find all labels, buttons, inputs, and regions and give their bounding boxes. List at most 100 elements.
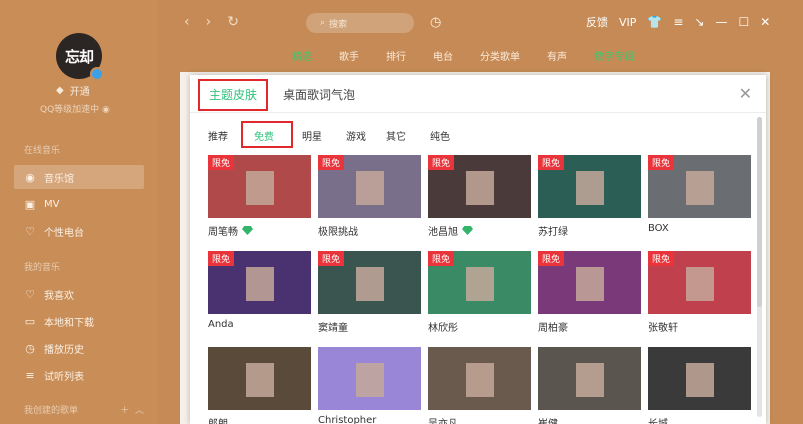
skin-card[interactable]: 限免 周笔畅 (208, 155, 311, 238)
mv-icon: ▣ (24, 197, 36, 211)
pixelated-face (356, 363, 384, 397)
skin-thumbnail[interactable]: 限免 (318, 155, 421, 218)
refresh-icon[interactable]: ↻ (227, 14, 239, 30)
skin-thumbnail[interactable]: 限免 (648, 155, 751, 218)
skin-thumbnail[interactable]: 限免 (318, 251, 421, 314)
feedback-link[interactable]: 反馈 (586, 14, 608, 30)
avatar[interactable]: 忘却 (56, 33, 104, 81)
vip-open-link[interactable]: ◆ 开通 (56, 83, 90, 98)
subtab-0[interactable]: 推荐 (208, 128, 228, 143)
radio-icon: ♡ (25, 224, 35, 238)
skin-thumbnail[interactable]: 限免 (428, 155, 531, 218)
sidebar-item-label: 我喜欢 (44, 290, 74, 302)
tab-main-6[interactable]: 数字专辑 (594, 48, 634, 63)
skin-thumbnail[interactable]: 限免 (428, 251, 531, 314)
subtab-2[interactable]: 明星 (302, 128, 322, 143)
tab-main-2[interactable]: 排行 (386, 48, 406, 63)
sidebar-item-online-2[interactable]: ♡ 个性电台 (14, 219, 144, 243)
close-window-icon[interactable]: ✕ (760, 15, 770, 29)
skin-card[interactable]: 限免 Anda (208, 251, 311, 330)
skin-card[interactable]: 限免 窦靖童 (318, 251, 421, 334)
minimize-icon[interactable]: — (715, 15, 727, 29)
subtab-5[interactable]: 纯色 (430, 128, 450, 143)
pixelated-face (246, 363, 274, 397)
skin-thumbnail[interactable]: 限免 (538, 251, 641, 314)
scrollbar-thumb[interactable] (757, 117, 762, 307)
maximize-icon[interactable]: ☐ (738, 15, 749, 29)
limited-free-badge: 限免 (318, 155, 345, 170)
skin-thumbnail[interactable]: 限免 (648, 251, 751, 314)
skin-card[interactable]: 郎朗 (208, 347, 311, 424)
skin-card[interactable]: 限免 林欣彤 (428, 251, 531, 334)
subtab-3[interactable]: 游戏 (346, 128, 366, 143)
limited-free-badge: 限免 (538, 155, 565, 170)
search-icon: ⌕ (320, 18, 326, 28)
pixelated-face (576, 267, 604, 301)
skin-card[interactable]: 限免 池昌旭 (428, 155, 531, 238)
skin-thumbnail[interactable] (538, 347, 641, 410)
sidebar: 忘却 ◆ 开通 QQ等级加速中 ◉ 在线音乐 ◉ 音乐馆 ▣ MV ♡ 个性电台 我的音乐… (0, 0, 158, 424)
skin-name: 窦靖童 (318, 323, 348, 334)
skin-card[interactable]: 限免 张敬轩 (648, 251, 751, 334)
sidebar-item-my-0[interactable]: ♡ 我喜欢 (14, 282, 144, 306)
qq-level-text[interactable]: QQ等级加速中 ◉ (40, 102, 110, 115)
tab-main-4[interactable]: 分类歌单 (480, 48, 520, 63)
vip-link[interactable]: VIP (619, 16, 636, 29)
back-arrow-icon[interactable]: ‹ (184, 14, 190, 30)
pixelated-face (576, 363, 604, 397)
green-diamond-icon (242, 226, 253, 235)
skin-thumbnail[interactable] (648, 347, 751, 410)
sidebar-item-label: 播放历史 (44, 344, 84, 356)
skin-name: 极限挑战 (318, 227, 358, 238)
limited-free-badge: 限免 (208, 155, 235, 170)
menu-icon[interactable]: ≡ (673, 15, 683, 29)
pixelated-face (686, 171, 714, 205)
tab-main-0[interactable]: 精选 (292, 48, 312, 63)
skin-thumbnail[interactable]: 限免 (208, 155, 311, 218)
mini-mode-icon[interactable]: ↘ (694, 15, 704, 29)
close-dialog-icon[interactable]: ✕ (739, 84, 752, 103)
forward-arrow-icon[interactable]: › (206, 14, 212, 30)
skin-card[interactable]: 长城 (648, 347, 751, 424)
monitor-icon: ▭ (24, 314, 36, 328)
top-bar: ‹ › ↻ ⌕ 搜索 ◷ 反馈 VIP 👕 ≡ ↘ — ☐ ✕ 精选 歌手 排行 电台… (158, 0, 803, 63)
sidebar-item-my-3[interactable]: ≡ 试听列表 (14, 363, 144, 387)
collapse-icon[interactable]: ︿ (135, 406, 144, 416)
skin-thumbnail[interactable]: 限免 (538, 155, 641, 218)
skin-card[interactable]: 限免 周柏豪 (538, 251, 641, 334)
sidebar-item-my-1[interactable]: ▭ 本地和下载 (14, 309, 144, 333)
tab-main-3[interactable]: 电台 (433, 48, 453, 63)
tab-desktop-lyrics[interactable]: 桌面歌词气泡 (283, 86, 355, 103)
skin-name: 崔健 (538, 415, 558, 424)
search-input[interactable]: ⌕ 搜索 (306, 13, 414, 33)
skin-thumbnail[interactable] (428, 347, 531, 410)
skin-card[interactable]: Christopher (318, 347, 421, 424)
vip-open-label: 开通 (69, 87, 90, 98)
music-hall-icon: ◉ (25, 170, 35, 184)
tab-main-1[interactable]: 歌手 (339, 48, 359, 63)
pixelated-face (576, 171, 604, 205)
tab-main-5[interactable]: 有声 (547, 48, 567, 63)
sidebar-item-my-2[interactable]: ◷ 播放历史 (14, 336, 144, 360)
add-playlist-icon[interactable]: ＋ (120, 406, 129, 416)
subtab-4[interactable]: 其它 (386, 128, 406, 143)
skin-thumbnail[interactable] (318, 347, 421, 410)
skin-card[interactable]: 限免 BOX (648, 155, 751, 234)
listen-recognize-icon[interactable]: ◷ (430, 15, 441, 30)
skin-name: 吴亦凡 (428, 415, 458, 424)
skin-card[interactable]: 限免 极限挑战 (318, 155, 421, 238)
skin-card[interactable]: 限免 苏打绿 (538, 155, 641, 238)
limited-free-badge: 限免 (538, 251, 565, 266)
skin-card[interactable]: 吴亦凡 (428, 347, 531, 424)
skin-thumbnail[interactable] (208, 347, 311, 410)
skin-thumbnail[interactable]: 限免 (208, 251, 311, 314)
sidebar-item-online-0[interactable]: ◉ 音乐馆 (14, 165, 144, 189)
section-created-playlists: 我创建的歌单 (24, 406, 79, 416)
sidebar-item-online-1[interactable]: ▣ MV (14, 192, 144, 216)
skin-name: BOX (648, 223, 669, 234)
skin-shirt-icon[interactable]: 👕 (647, 15, 662, 29)
pixelated-face (246, 171, 274, 205)
pixelated-face (356, 267, 384, 301)
dialog-scrollbar[interactable] (757, 117, 762, 417)
skin-card[interactable]: 崔健 (538, 347, 641, 424)
